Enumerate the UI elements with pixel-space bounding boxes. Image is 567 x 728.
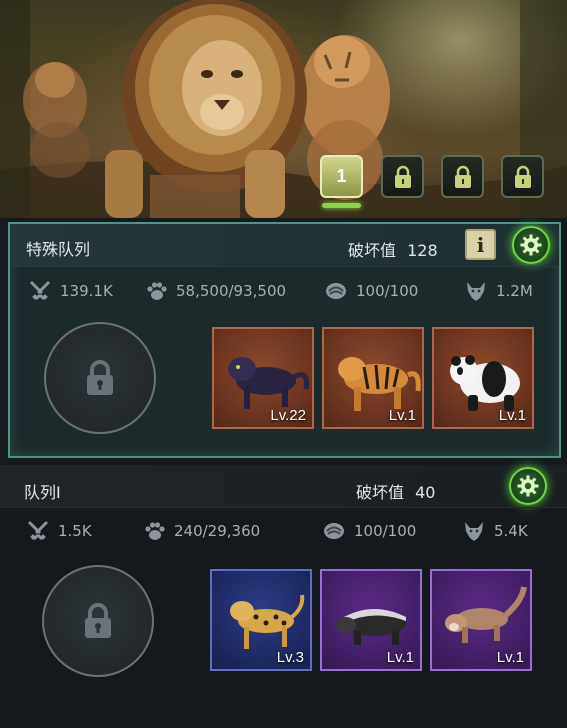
squad-title: 队列I [24, 483, 61, 502]
animal-slot-tiger[interactable]: Lv.1 [322, 327, 424, 429]
squad-1-card: 队列I 破坏值 40 1.5K 240/29,360 100/100 5.4K … [0, 465, 567, 728]
stat-capacity: 240/29,360 [144, 516, 260, 546]
stat-power: 5.4K [462, 516, 528, 546]
stat-power: 1.2M [464, 276, 533, 306]
stat-attack: 139.1K [28, 276, 113, 306]
damage-number: 128 [407, 241, 438, 260]
queue-tab-2-locked[interactable] [381, 155, 424, 198]
stat-capacity-value: 58,500/93,500 [176, 282, 287, 300]
damage-value: 破坏值 128 [348, 237, 438, 261]
stat-capacity-value: 240/29,360 [174, 522, 261, 540]
crossed-swords-icon [27, 520, 49, 541]
squad-stats: 139.1K 58,500/93,500 100/100 1.2M [10, 276, 559, 306]
queue-tab-label: 1 [336, 166, 347, 186]
stat-capacity: 58,500/93,500 [146, 276, 286, 306]
lock-icon [514, 165, 531, 188]
damage-number: 40 [415, 483, 436, 502]
stat-attack-value: 1.5K [58, 522, 92, 540]
animal-slot-weasel[interactable]: Lv.1 [430, 569, 532, 671]
wolf-head-icon [465, 522, 483, 541]
info-label: i [476, 232, 485, 257]
queue-tab-1[interactable]: 1 [320, 155, 363, 198]
animal-slot-leopard-cat[interactable]: Lv.3 [210, 569, 312, 671]
settings-button[interactable] [512, 226, 550, 264]
info-button[interactable]: i [465, 229, 496, 260]
stat-power-value: 5.4K [494, 522, 528, 540]
animal-slot-panda[interactable]: Lv.1 [432, 327, 534, 429]
settings-button[interactable] [509, 467, 547, 505]
squad-header: 队列I 破坏值 40 [0, 465, 567, 507]
animal-slot-honey-badger[interactable]: Lv.1 [320, 569, 422, 671]
stat-stamina: 100/100 [322, 516, 416, 546]
animal-level: Lv.1 [498, 407, 526, 424]
queue-tabs: 1 [320, 155, 550, 211]
damage-label: 破坏值 [348, 241, 397, 260]
animal-level: Lv.1 [388, 407, 416, 424]
animal-level: Lv.3 [276, 649, 304, 666]
gear-icon [517, 475, 539, 497]
squad-title: 特殊队列 [26, 240, 91, 259]
hero-banner: 1 [0, 0, 567, 218]
active-tab-indicator [322, 203, 361, 208]
header-divider [10, 266, 559, 267]
damage-label: 破坏值 [356, 483, 405, 502]
crossed-swords-icon [29, 280, 51, 301]
stat-attack-value: 139.1K [60, 282, 113, 300]
special-squad-card: 特殊队列 破坏值 128 i 139.1K 58,500/93,500 100/… [8, 222, 561, 458]
locked-commander-slot[interactable] [42, 565, 154, 677]
queue-tab-4-locked[interactable] [501, 155, 544, 198]
stamina-icon [324, 523, 344, 539]
squad-header: 特殊队列 破坏值 128 i [10, 224, 559, 266]
header-divider [0, 507, 567, 508]
stat-stamina-value: 100/100 [354, 522, 417, 540]
lock-icon [87, 360, 113, 395]
lock-icon [394, 165, 411, 188]
damage-value: 破坏值 40 [356, 479, 435, 503]
stat-attack: 1.5K [26, 516, 92, 546]
lock-icon [85, 603, 111, 638]
animal-level: Lv.1 [496, 649, 524, 666]
paw-icon [147, 282, 167, 300]
wolf-head-icon [467, 282, 485, 301]
queue-tab-3-locked[interactable] [441, 155, 484, 198]
stat-power-value: 1.2M [496, 282, 533, 300]
lock-icon [454, 165, 471, 188]
squad-stats: 1.5K 240/29,360 100/100 5.4K [0, 516, 567, 546]
animal-slot-black-panther[interactable]: Lv.22 [212, 327, 314, 429]
paw-icon [145, 522, 165, 540]
stamina-icon [326, 283, 346, 299]
gear-icon [520, 234, 542, 256]
stat-stamina-value: 100/100 [356, 282, 419, 300]
stat-stamina: 100/100 [324, 276, 418, 306]
animal-level: Lv.22 [270, 407, 306, 424]
locked-commander-slot[interactable] [44, 322, 156, 434]
animal-level: Lv.1 [386, 649, 414, 666]
